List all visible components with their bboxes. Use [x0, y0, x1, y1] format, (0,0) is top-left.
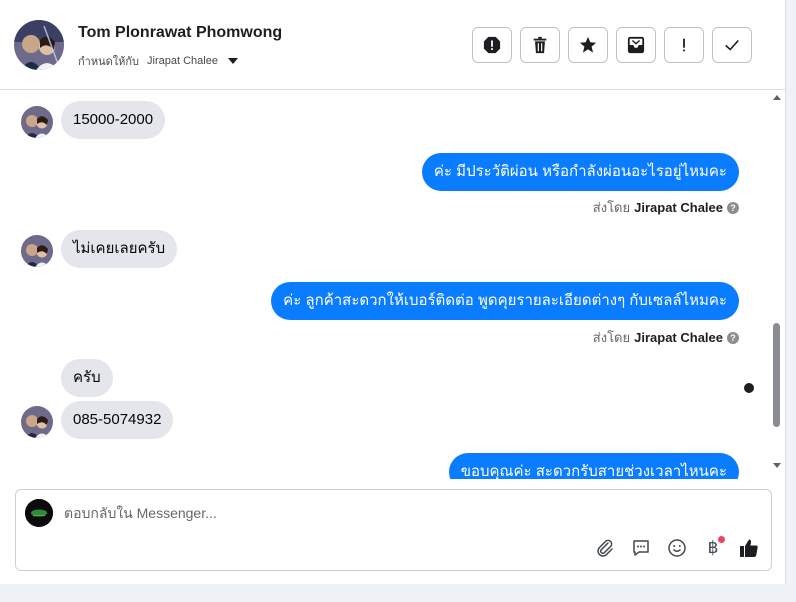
spam-icon: [483, 36, 501, 54]
trash-icon: [533, 36, 547, 54]
page-avatar: [25, 499, 53, 527]
paperclip-icon: [597, 539, 613, 557]
caret-down-icon: [227, 58, 238, 64]
conversation-panel: Tom Plonrawat Phomwong กำหนดให้กับ Jirap…: [0, 0, 786, 584]
like-button[interactable]: [737, 536, 761, 560]
archive-button[interactable]: [616, 27, 656, 63]
reply-input[interactable]: [64, 502, 684, 524]
contact-avatar-small: [21, 106, 53, 138]
incoming-message[interactable]: 15000-2000: [61, 101, 166, 139]
sent-by-name: Jirapat Chalee: [634, 330, 723, 345]
assign-prefix: กำหนดให้กับ: [78, 56, 140, 68]
sent-by-prefix: ส่งโดย: [592, 330, 631, 345]
flag-button[interactable]: [664, 27, 704, 63]
sent-by-prefix: ส่งโดย: [592, 200, 631, 215]
outgoing-message[interactable]: ค่ะ ลูกค้าสะดวกให้เบอร์ติดต่อ พูดคุยรายล…: [271, 282, 739, 320]
delete-button[interactable]: [520, 27, 560, 63]
thumbs-up-icon: [740, 539, 758, 557]
emoji-icon: [668, 539, 686, 557]
conversation-header: Tom Plonrawat Phomwong กำหนดให้กับ Jirap…: [0, 0, 786, 90]
notification-dot: [718, 536, 725, 543]
contact-name[interactable]: Tom Plonrawat Phomwong: [78, 24, 282, 42]
check-icon: [725, 39, 739, 51]
emoji-button[interactable]: [665, 536, 689, 560]
alert-icon: [683, 38, 685, 52]
star-icon: [579, 36, 597, 53]
mark-done-button[interactable]: [712, 27, 752, 63]
star-button[interactable]: [568, 27, 608, 63]
outgoing-message[interactable]: ค่ะ มีประวัติผ่อน หรือกำลังผ่อนอะไรอยู่ไ…: [421, 153, 739, 191]
message-thread[interactable]: 15000-2000 ค่ะ มีประวัติผ่อน หรือกำลังผ่…: [0, 91, 786, 479]
outgoing-message[interactable]: ขอบคุณค่ะ สะดวกรับสายช่วงเวลาไหนคะ: [448, 453, 739, 479]
thread-scrollbar[interactable]: [768, 91, 784, 479]
read-receipt-avatar: [744, 383, 754, 393]
scroll-down-arrow-icon[interactable]: [773, 463, 781, 468]
conversation-toolbar: [472, 27, 752, 63]
contact-avatar-small: [21, 235, 53, 267]
baht-icon: ฿: [707, 538, 719, 558]
payment-button[interactable]: ฿: [701, 536, 725, 560]
incoming-message[interactable]: ไม่เคยเลยครับ: [61, 230, 178, 268]
saved-replies-button[interactable]: [629, 536, 653, 560]
help-icon[interactable]: ?: [727, 331, 739, 344]
chat-bubble-icon: [633, 540, 649, 556]
scroll-up-arrow-icon[interactable]: [773, 95, 781, 100]
help-icon[interactable]: ?: [727, 201, 739, 214]
sent-by-label: ส่งโดย Jirapat Chalee ?: [593, 327, 739, 348]
contact-avatar[interactable]: [14, 20, 64, 70]
composer-tools: ฿: [593, 536, 761, 560]
incoming-message[interactable]: 085-5074932: [61, 401, 174, 439]
assignee-dropdown[interactable]: กำหนดให้กับ Jirapat Chalee: [78, 52, 238, 70]
sent-by-label: ส่งโดย Jirapat Chalee ?: [593, 197, 739, 218]
assignee-name: Jirapat Chalee: [147, 55, 218, 67]
archive-icon: [627, 36, 645, 54]
attach-button[interactable]: [593, 536, 617, 560]
scroll-thumb[interactable]: [773, 323, 780, 427]
reply-composer: ฿: [15, 489, 772, 571]
incoming-message[interactable]: ครับ: [61, 359, 113, 397]
sent-by-name: Jirapat Chalee: [634, 200, 723, 215]
contact-avatar-small: [21, 406, 53, 438]
mark-spam-button[interactable]: [472, 27, 512, 63]
